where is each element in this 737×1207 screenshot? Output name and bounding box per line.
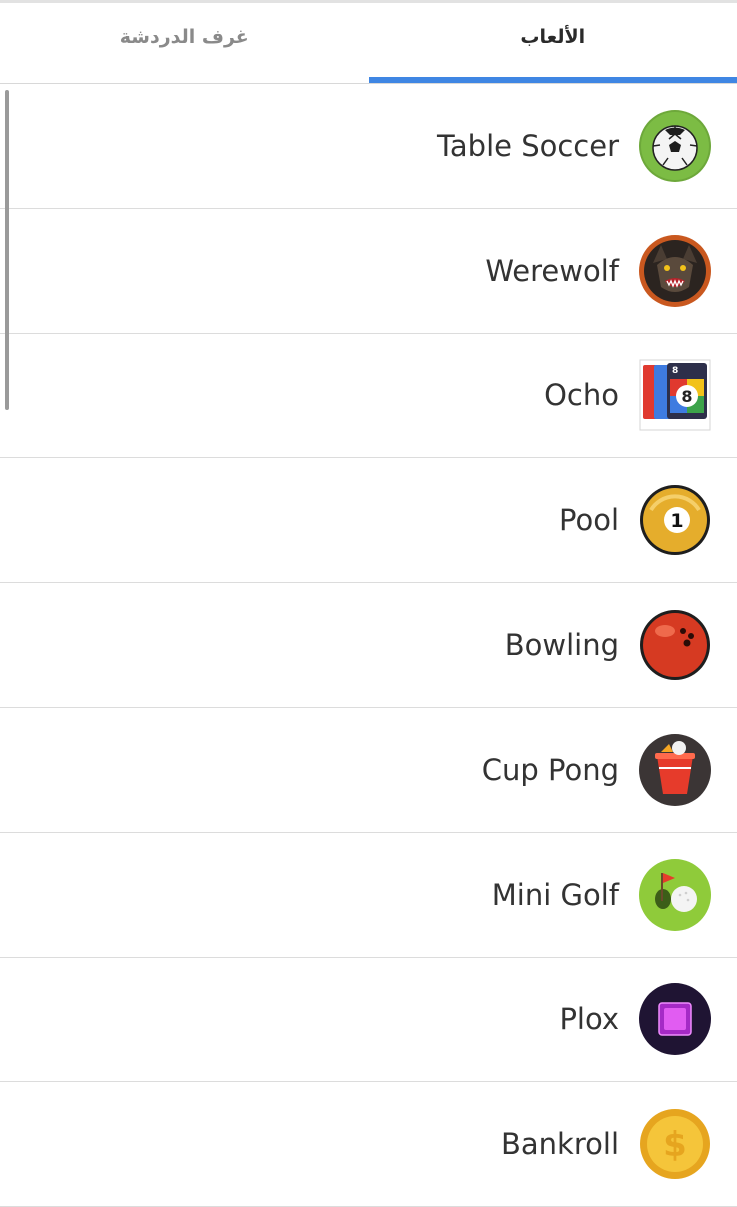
game-name: Bankroll [501,1127,619,1161]
soccer-ball-icon [639,110,711,182]
tab-games[interactable]: الألعاب [369,3,737,83]
game-row-ocho[interactable]: Ocho 8 8 [0,334,737,459]
game-name: Plox [559,1002,619,1036]
game-name: Werewolf [485,254,619,288]
bankroll-coin-icon: $ [639,1108,711,1180]
svg-text:$: $ [663,1125,687,1165]
mini-golf-icon [639,859,711,931]
games-list: Table Soccer Werewolf [0,84,737,1207]
game-row-cup-pong[interactable]: Cup Pong [0,708,737,833]
cup-pong-icon [639,734,711,806]
game-row-mini-golf[interactable]: Mini Golf [0,833,737,958]
game-name: Ocho [544,378,619,412]
game-name: Bowling [505,628,619,662]
pool-ball-icon: 1 [639,484,711,556]
svg-text:8: 8 [672,366,678,376]
game-row-pool[interactable]: Pool 1 [0,458,737,583]
tab-bar: الألعاب غرف الدردشة [0,3,737,84]
tab-games-label: الألعاب [520,26,585,48]
werewolf-icon [639,235,711,307]
ocho-cards-icon: 8 8 [639,359,711,431]
scrollbar[interactable] [5,90,9,410]
svg-text:8: 8 [681,387,692,406]
game-row-bowling[interactable]: Bowling [0,583,737,708]
game-name: Pool [559,503,619,537]
plox-icon [639,983,711,1055]
game-name: Table Soccer [437,129,619,163]
game-row-werewolf[interactable]: Werewolf [0,209,737,334]
svg-text:1: 1 [670,510,683,532]
game-row-plox[interactable]: Plox [0,958,737,1083]
game-row-table-soccer[interactable]: Table Soccer [0,84,737,209]
tab-chat-rooms-label: غرف الدردشة [120,26,249,48]
bowling-ball-icon [639,609,711,681]
game-name: Mini Golf [492,878,619,912]
active-tab-indicator [369,77,737,83]
game-name: Cup Pong [482,753,619,787]
tab-chat-rooms[interactable]: غرف الدردشة [0,3,369,83]
game-row-bankroll[interactable]: Bankroll $ [0,1082,737,1207]
